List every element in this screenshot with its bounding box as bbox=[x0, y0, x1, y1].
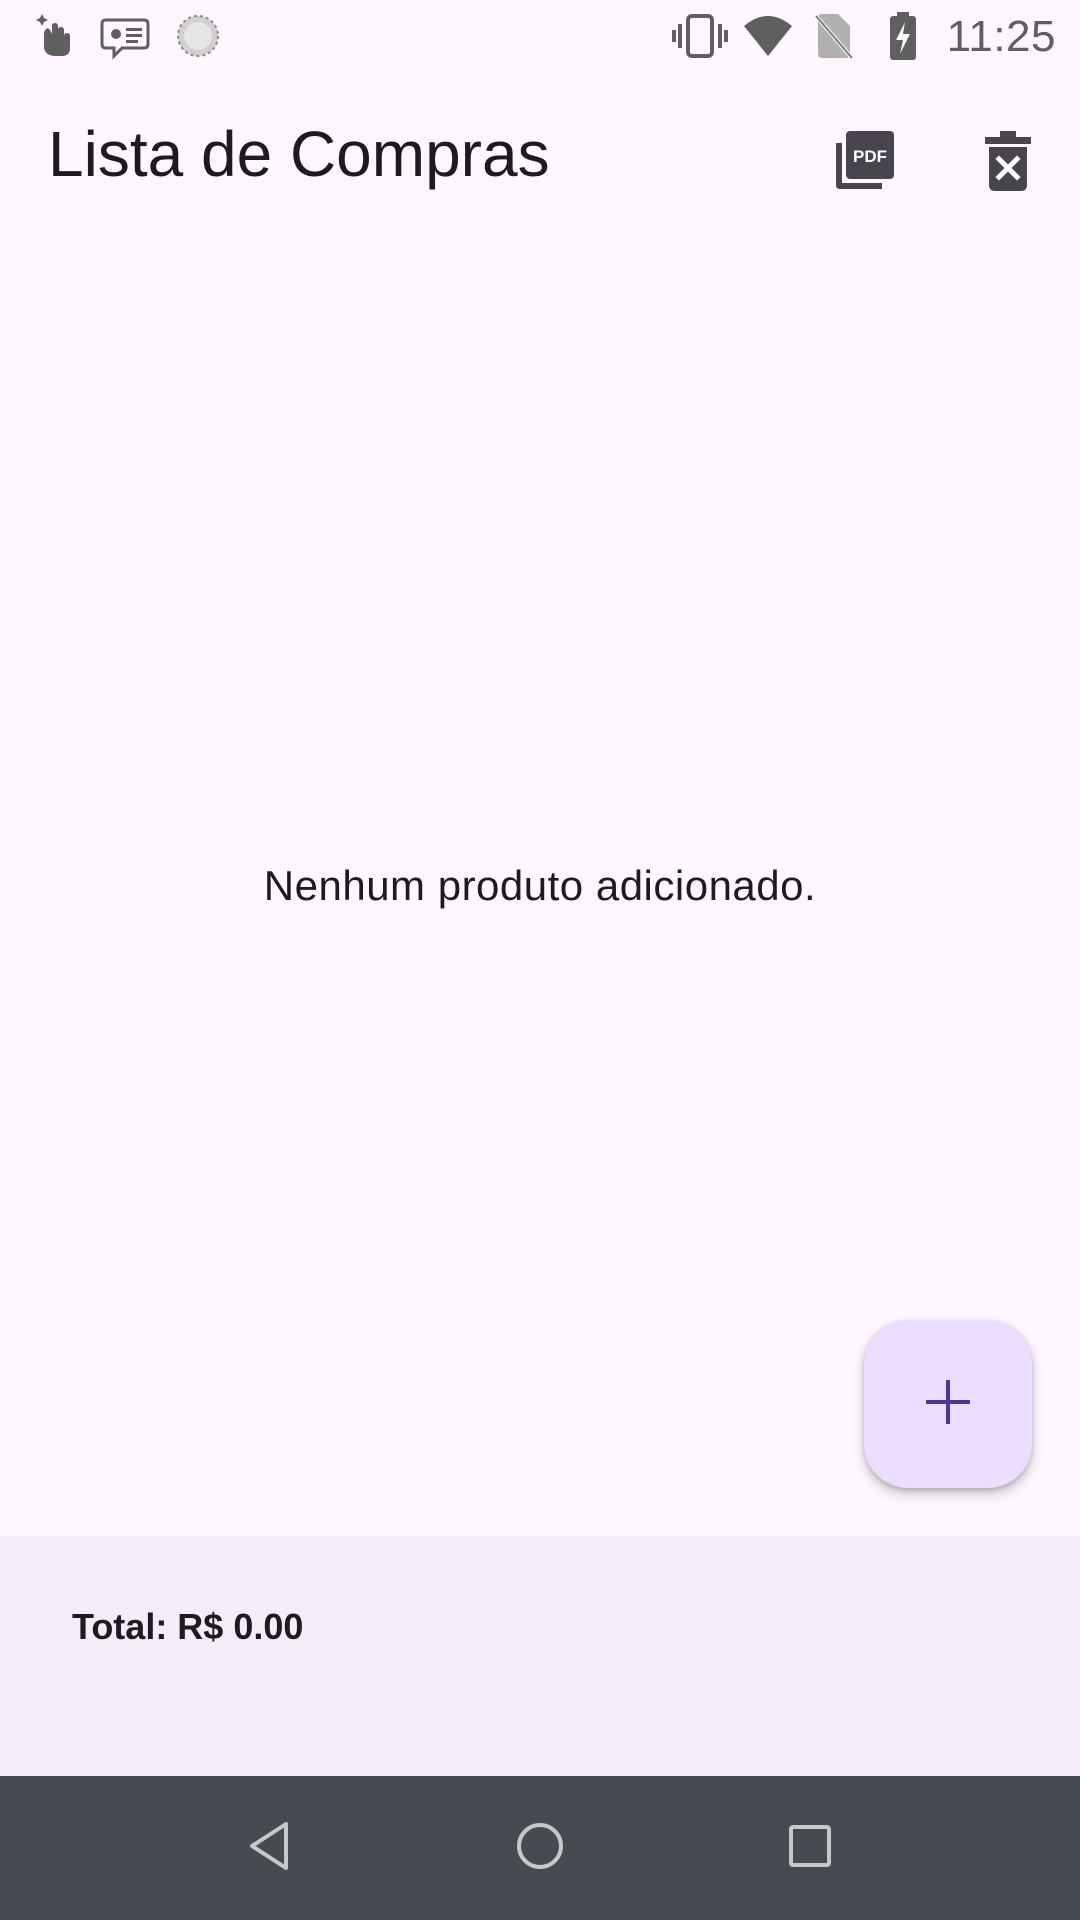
sync-circle-icon bbox=[174, 12, 222, 65]
total-label: Total: R$ 0.00 bbox=[72, 1606, 304, 1647]
total-bar: Total: R$ 0.00 bbox=[0, 1536, 1080, 1776]
screen: 11:25 Lista de Compras PDF Nenhum produt… bbox=[0, 0, 1080, 1920]
system-nav-bar bbox=[0, 1776, 1080, 1920]
status-clock: 11:25 bbox=[946, 12, 1056, 61]
back-icon bbox=[246, 1820, 294, 1877]
nav-back-button[interactable] bbox=[222, 1800, 318, 1896]
app-bar: Lista de Compras PDF bbox=[0, 75, 1080, 235]
vibrate-icon bbox=[672, 12, 728, 65]
gesture-hand-icon bbox=[34, 12, 78, 65]
add-product-button[interactable] bbox=[864, 1320, 1032, 1488]
export-pdf-button[interactable]: PDF bbox=[816, 115, 912, 211]
pdf-icon-label: PDF bbox=[853, 147, 887, 166]
recents-icon bbox=[786, 1822, 834, 1875]
page-title: Lista de Compras bbox=[48, 118, 550, 190]
home-icon bbox=[514, 1820, 566, 1877]
status-bar: 11:25 bbox=[0, 0, 1080, 75]
empty-list-message: Nenhum produto adicionado. bbox=[263, 862, 817, 909]
nav-recents-button[interactable] bbox=[762, 1800, 858, 1896]
battery-charging-icon bbox=[888, 12, 918, 65]
nav-home-button[interactable] bbox=[492, 1800, 588, 1896]
message-card-icon bbox=[100, 12, 150, 65]
pdf-icon: PDF bbox=[832, 129, 896, 198]
delete-forever-icon bbox=[983, 129, 1033, 198]
wifi-icon bbox=[742, 12, 794, 65]
no-sim-icon bbox=[814, 12, 854, 65]
clear-list-button[interactable] bbox=[960, 115, 1056, 211]
add-icon bbox=[924, 1378, 972, 1431]
